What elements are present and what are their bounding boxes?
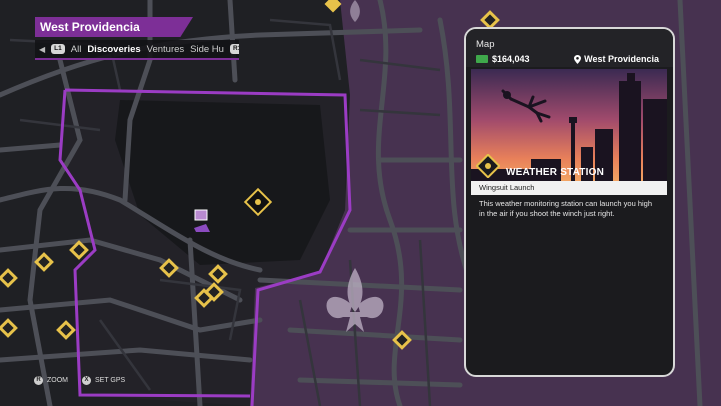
filter-tabs: ◀ L1 All Discoveries Ventures Side Hu R1 xyxy=(35,40,239,60)
control-hints: R ZOOM X SET GPS xyxy=(34,376,125,385)
cash-amount: $164,043 xyxy=(492,54,530,64)
poi-type: Wingsuit Launch xyxy=(471,181,667,195)
set-gps-label: SET GPS xyxy=(95,377,126,384)
tab-discoveries[interactable]: Discoveries xyxy=(87,44,140,55)
location-info-panel: Map $164,043 West Providencia WEATHER ST… xyxy=(464,27,675,377)
weather-station-icon xyxy=(476,153,500,178)
poi-heading: WEATHER STATION xyxy=(476,153,604,178)
tab-ventures[interactable]: Ventures xyxy=(147,44,185,55)
region-title: West Providencia xyxy=(35,17,193,37)
poi-name: WEATHER STATION xyxy=(506,167,604,178)
poi-description: This weather monitoring station can laun… xyxy=(479,199,653,218)
x-button-icon: X xyxy=(82,376,91,385)
l1-button-icon: L1 xyxy=(51,44,65,54)
current-location: West Providencia xyxy=(574,54,663,64)
cash-display: $164,043 xyxy=(476,54,530,64)
zoom-label: ZOOM xyxy=(47,377,68,384)
tab-side-hustles[interactable]: Side Hu xyxy=(190,44,224,55)
location-pin-icon xyxy=(574,54,582,64)
tab-all[interactable]: All xyxy=(71,44,82,55)
set-gps-hint[interactable]: X SET GPS xyxy=(82,376,125,385)
panel-header: Map $164,043 West Providencia xyxy=(466,29,673,67)
r-stick-icon: R xyxy=(34,376,43,385)
panel-title: Map xyxy=(476,39,495,50)
zoom-hint[interactable]: R ZOOM xyxy=(34,376,68,385)
r1-button-icon: R1 xyxy=(229,44,239,54)
location-name: West Providencia xyxy=(584,54,659,64)
chevron-left-icon: ◀ xyxy=(39,44,46,54)
cash-icon xyxy=(476,55,488,63)
